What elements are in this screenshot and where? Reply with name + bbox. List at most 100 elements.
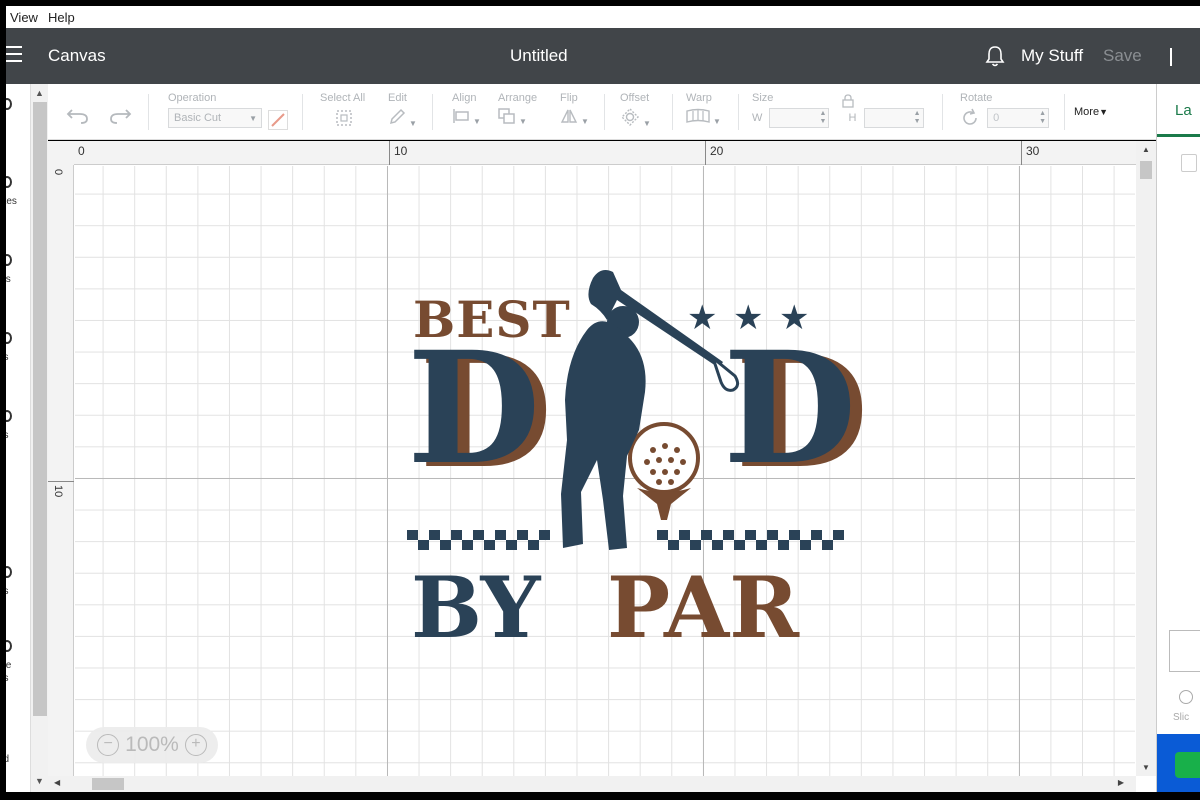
- arrange-label: Arrange: [498, 92, 538, 104]
- arrange-group[interactable]: Arrange ▼: [498, 92, 537, 127]
- sidebar-item-phrases[interactable]: es: [6, 566, 30, 597]
- arrange-icon: [498, 108, 515, 124]
- select-all-group[interactable]: Select All: [320, 92, 365, 131]
- ruler-vertical: 0 10: [48, 165, 74, 776]
- pen-color-swatch[interactable]: [268, 110, 288, 130]
- sidebar-item-shapes[interactable]: es: [6, 410, 30, 441]
- ruler-major-tick: [389, 141, 390, 165]
- golfer-silhouette-icon: [561, 270, 740, 550]
- document-title[interactable]: Untitled: [510, 46, 568, 66]
- my-stuff-link[interactable]: My Stuff: [1021, 46, 1083, 66]
- slice-label: Slic: [1173, 712, 1190, 723]
- width-input[interactable]: ▲ ▼: [769, 108, 830, 128]
- menu-bar: View Help: [6, 6, 1200, 28]
- sidebar-item-editable-images[interactable]: ble es: [6, 640, 30, 684]
- scrollbar-thumb[interactable]: [92, 778, 124, 790]
- hamburger-menu-icon[interactable]: [6, 46, 22, 64]
- sidebar-item-t[interactable]: t: [6, 512, 30, 531]
- slice-icon[interactable]: [1179, 690, 1193, 704]
- chevron-down-icon: ▼: [473, 116, 481, 126]
- design-canvas[interactable]: 0 10 20 30 0 10 BEST ★ ★ ★ D D D D BY PA…: [48, 141, 1156, 792]
- scroll-left-arrow-icon[interactable]: ◀: [54, 778, 60, 787]
- scroll-right-arrow-icon[interactable]: ▶: [1118, 778, 1124, 787]
- canvas-grid[interactable]: BEST ★ ★ ★ D D D D BY PAR: [75, 166, 1135, 776]
- rotate-input[interactable]: 0 ▲ ▼: [987, 108, 1050, 128]
- height-label: H: [848, 111, 857, 124]
- offset-icon: [621, 108, 639, 126]
- pen-color-icon: [271, 113, 285, 127]
- operation-value: Basic Cut: [174, 112, 222, 124]
- horizontal-scrollbar[interactable]: ◀ ▶: [48, 776, 1136, 792]
- left-sidebar: w ates cts es es n t es ble es n ad: [6, 84, 30, 792]
- sidebar-item-label: ad: [6, 754, 10, 765]
- sidebar-item-text[interactable]: n: [6, 484, 30, 503]
- best-dad-by-par-design[interactable]: BEST ★ ★ ★ D D D D BY PAR: [405, 260, 869, 660]
- operation-select[interactable]: Basic Cut ▼: [168, 108, 262, 128]
- undo-icon[interactable]: [66, 106, 90, 124]
- ruler-label: 0: [78, 144, 85, 158]
- chevron-down-icon: ▼: [409, 118, 417, 128]
- sidebar-item-label: cts: [6, 274, 11, 285]
- more-menu-button[interactable]: More▼: [1074, 106, 1108, 118]
- chat-icon[interactable]: [1175, 752, 1200, 778]
- flip-label: Flip: [560, 92, 578, 104]
- rotate-icon[interactable]: [960, 108, 980, 128]
- offset-group[interactable]: Offset ▼: [620, 92, 651, 129]
- warp-label: Warp: [686, 92, 712, 104]
- vertical-scrollbar[interactable]: ▲ ▼: [1136, 141, 1156, 776]
- menu-view[interactable]: View: [6, 10, 44, 25]
- flip-group[interactable]: Flip ▼: [560, 92, 589, 127]
- sidebar-item-label: ble: [6, 660, 12, 671]
- scroll-up-arrow-icon[interactable]: ▲: [1142, 145, 1150, 154]
- scroll-up-arrow-icon[interactable]: ▲: [35, 88, 44, 98]
- save-button[interactable]: Save: [1103, 46, 1142, 66]
- design-text-par: PAR: [607, 558, 800, 657]
- tab-layers[interactable]: La: [1175, 102, 1192, 119]
- edit-pencil-icon: [389, 108, 406, 125]
- align-icon: [453, 109, 469, 123]
- scroll-down-arrow-icon[interactable]: ▼: [1142, 763, 1150, 772]
- zoom-in-icon[interactable]: +: [184, 734, 207, 756]
- sidebar-item-monogram[interactable]: n: [6, 718, 30, 737]
- scrollbar-thumb[interactable]: [1140, 161, 1152, 179]
- zoom-level: 100%: [125, 733, 179, 756]
- checker-band-right: [657, 530, 844, 550]
- rotate-label: Rotate: [960, 92, 993, 104]
- redo-icon[interactable]: [108, 106, 132, 124]
- spinner-arrows-icon: ▲ ▼: [1039, 110, 1047, 125]
- left-panel-scrollbar[interactable]: ▲ ▼: [30, 84, 48, 792]
- scroll-down-arrow-icon[interactable]: ▼: [35, 776, 44, 786]
- width-label: W: [752, 111, 763, 124]
- align-group[interactable]: Align ▼: [452, 92, 481, 127]
- blank-canvas-layer[interactable]: [1169, 630, 1200, 672]
- images-icon: [6, 332, 12, 344]
- lock-icon[interactable]: [842, 94, 854, 108]
- operation-label: Operation: [168, 92, 217, 104]
- header-divider: [1170, 48, 1172, 66]
- shapes-icon: [6, 410, 12, 422]
- sidebar-item-images[interactable]: es: [6, 332, 30, 363]
- ruler-label: 10: [52, 485, 64, 498]
- sidebar-item-new[interactable]: w: [6, 98, 30, 129]
- sidebar-item-label: n: [6, 726, 30, 737]
- templates-icon: [6, 176, 12, 188]
- sidebar-item-label: t: [6, 520, 30, 531]
- ruler-corner: [48, 141, 74, 165]
- zoom-out-icon[interactable]: −: [97, 734, 120, 756]
- edit-group[interactable]: Edit ▼: [388, 92, 417, 129]
- sidebar-item-projects[interactable]: cts: [6, 254, 30, 285]
- sidebar-item-upload[interactable]: ad: [6, 746, 30, 765]
- projects-icon: [6, 254, 12, 266]
- chevron-down-icon: ▼: [713, 116, 721, 126]
- height-input[interactable]: ▲ ▼: [863, 108, 924, 128]
- group-icon[interactable]: [1181, 154, 1197, 172]
- menu-help[interactable]: Help: [44, 10, 81, 25]
- flip-icon: [560, 109, 578, 123]
- rotate-value: 0: [993, 112, 1000, 124]
- scrollbar-thumb[interactable]: [33, 102, 47, 716]
- sidebar-item-templates[interactable]: ates: [6, 176, 30, 207]
- warp-group[interactable]: Warp ▼: [686, 92, 721, 127]
- top-header: Canvas Untitled My Stuff Save: [6, 28, 1200, 84]
- more-label: More: [1074, 106, 1100, 118]
- notification-bell-icon[interactable]: [984, 44, 1006, 68]
